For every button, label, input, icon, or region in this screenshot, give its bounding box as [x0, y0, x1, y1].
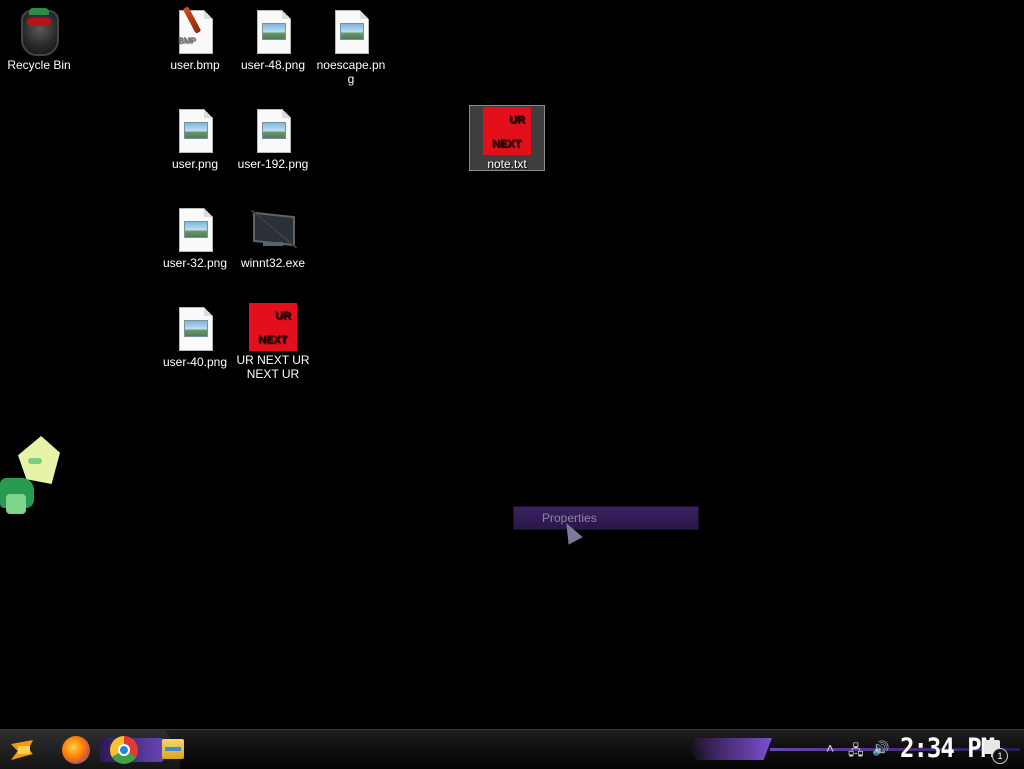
- desktop-icon-user-48-png[interactable]: user-48.png: [234, 8, 312, 72]
- desktop-icon-noescape-png[interactable]: noescape.png: [312, 8, 390, 86]
- ur-next-text-line2: NEXT: [258, 334, 288, 346]
- recycle-bin-icon: [15, 8, 63, 56]
- desktop-icon-user-192-png[interactable]: user-192.png: [234, 107, 312, 171]
- desktop-icon-recycle-bin[interactable]: Recycle Bin: [0, 8, 78, 72]
- desktop-icon-label: Recycle Bin: [7, 58, 71, 72]
- network-icon[interactable]: 🖧: [848, 740, 864, 764]
- bmp-file-icon: BMP: [171, 6, 219, 56]
- desktop[interactable]: Recycle Bin BMP user.bmp user-48.png noe…: [0, 0, 1024, 729]
- notification-count-badge: 1: [992, 748, 1008, 764]
- chrome-icon[interactable]: [110, 736, 138, 764]
- taskbar: ˄ 🖧 🔊 2:34 PM 1: [0, 729, 1024, 769]
- ur-next-text-line1: UR: [275, 310, 291, 322]
- desktop-icon-ur-next[interactable]: UR NEXT UR NEXT UR NEXT UR NE...: [234, 303, 312, 381]
- image-file-icon: [171, 305, 219, 353]
- desktop-icon-label: user.png: [171, 157, 219, 171]
- desktop-icon-note-txt[interactable]: UR NEXT note.txt: [469, 105, 545, 171]
- taskbar-clock[interactable]: 2:34 PM: [900, 733, 995, 764]
- desktop-icon-label: noescape.png: [316, 58, 386, 86]
- ur-next-text-line1: UR: [509, 114, 525, 126]
- desktop-character-sticker: [0, 432, 66, 524]
- context-menu: Properties: [513, 506, 699, 530]
- desktop-icon-user-32-png[interactable]: user-32.png: [156, 206, 234, 270]
- ur-next-text-line2: NEXT: [492, 138, 522, 150]
- desktop-icon-label: user-40.png: [162, 355, 228, 369]
- desktop-icon-label: user.bmp: [170, 58, 220, 72]
- monitor-icon: [249, 206, 297, 254]
- ur-next-image-icon: UR NEXT: [249, 303, 297, 351]
- firefox-icon[interactable]: [62, 736, 90, 764]
- desktop-icon-user-40-png[interactable]: user-40.png: [156, 305, 234, 369]
- image-file-icon: [327, 8, 375, 56]
- desktop-icon-label: user-192.png: [237, 157, 309, 171]
- ur-next-image-icon: UR NEXT: [483, 107, 531, 155]
- desktop-icon-label: user-32.png: [162, 256, 228, 270]
- chevron-up-icon[interactable]: ˄: [826, 740, 834, 756]
- tray-decoration: [688, 738, 772, 760]
- desktop-icon-label: user-48.png: [240, 58, 306, 72]
- volume-icon[interactable]: 🔊: [872, 740, 889, 757]
- desktop-icon-label: winnt32.exe: [240, 256, 306, 270]
- image-file-icon: [171, 107, 219, 155]
- file-explorer-icon[interactable]: [162, 739, 184, 759]
- image-file-icon: [249, 8, 297, 56]
- start-button[interactable]: [8, 736, 38, 764]
- desktop-icon-winnt32-exe[interactable]: winnt32.exe: [234, 206, 312, 270]
- desktop-icon-user-png[interactable]: user.png: [156, 107, 234, 171]
- desktop-icon-label: note.txt: [487, 157, 527, 171]
- desktop-icon-label: UR NEXT UR NEXT UR NE...: [236, 353, 310, 381]
- image-file-icon: [249, 107, 297, 155]
- bmp-badge: BMP: [178, 36, 196, 45]
- desktop-icon-user-bmp[interactable]: BMP user.bmp: [156, 6, 234, 72]
- image-file-icon: [171, 206, 219, 254]
